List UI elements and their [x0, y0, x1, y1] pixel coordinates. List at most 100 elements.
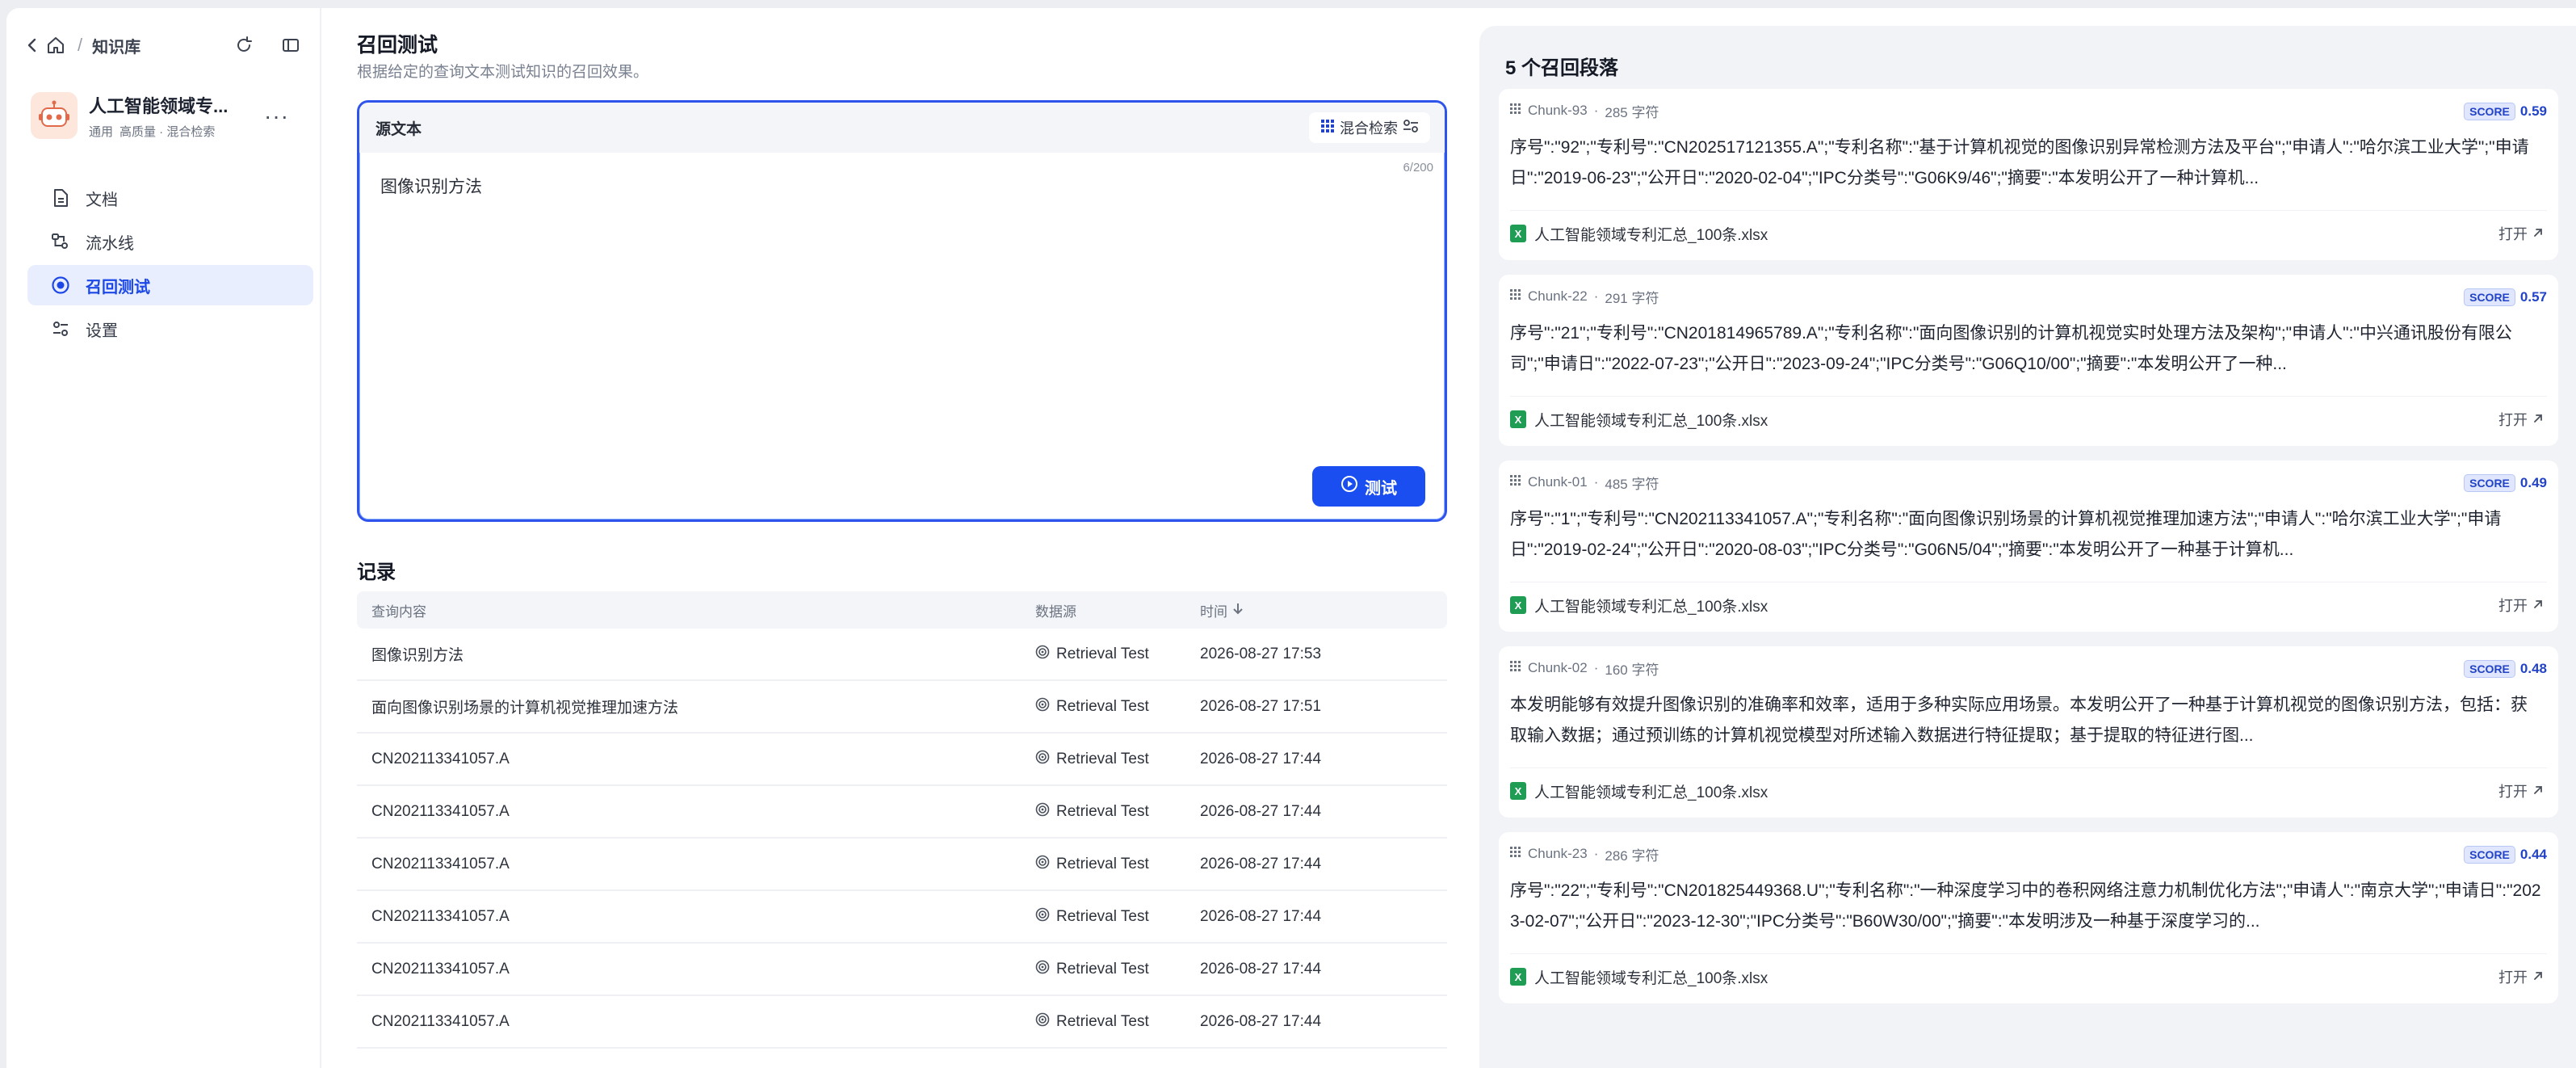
chunk-source-file[interactable]: X 人工智能领域专利汇总_100条.xlsx: [1510, 965, 1768, 989]
chunk-card[interactable]: Chunk-93 · 285 字符 SCORE 0.59 序号":"92";"专利号":"…: [1499, 89, 2558, 260]
dot-separator: ·: [1593, 846, 1599, 861]
excel-file-icon: X: [1510, 225, 1526, 242]
kb-name: 人工智能领域专...: [89, 95, 229, 116]
file-name: 人工智能领域专利汇总_100条.xlsx: [1534, 226, 1768, 244]
chunk-text: 序号":"92";"专利号":"CN202517121355.A";"专利名称"…: [1510, 138, 2529, 187]
chunk-source-file[interactable]: X 人工智能领域专利汇总_100条.xlsx: [1510, 779, 1768, 803]
dot-separator: ·: [1593, 660, 1599, 675]
row-source: Retrieval Test: [1035, 645, 1200, 664]
table-row[interactable]: CN202113341057.A Retrieval Test 2026-08-27…: [357, 996, 1447, 1049]
chunk-card[interactable]: Chunk-23 · 286 字符 SCORE 0.44 序号":"22";"专利号":"…: [1499, 832, 2558, 1003]
column-source: 数据源: [1035, 603, 1076, 620]
table-row[interactable]: 面向图像识别场景的计算机视觉推理加速方法 Retrieval Test 2026-0…: [357, 681, 1447, 734]
main-content: 召回测试 根据给定的查询文本测试知识的召回效果。 源文本 混合检索 6/200 …: [329, 8, 1460, 1068]
row-source-label: Retrieval Test: [1056, 1012, 1149, 1030]
chunk-card[interactable]: Chunk-02 · 160 字符 SCORE 0.48 本发明能够有效提升图像识别的准确…: [1499, 646, 2558, 818]
dot-separator: ·: [1593, 103, 1599, 118]
chunk-card[interactable]: Chunk-01 · 485 字符 SCORE 0.49 序号":"1";"专利号":"C…: [1499, 460, 2558, 632]
chunk-text: 序号":"22";"专利号":"CN201825449368.U";"专利名称"…: [1510, 881, 2541, 931]
open-button[interactable]: 打开: [2498, 966, 2544, 987]
sidebar-item-retrieval-test[interactable]: 召回测试: [27, 265, 313, 305]
table-row[interactable]: CN202113341057.A Retrieval Test 2026-08-27…: [357, 891, 1447, 944]
refresh-icon[interactable]: [233, 34, 255, 57]
excel-file-icon: X: [1510, 782, 1526, 800]
grid-icon: [1320, 119, 1335, 137]
sidebar-item-pipeline[interactable]: 流水线: [27, 221, 313, 262]
row-query: CN202113341057.A: [371, 960, 510, 978]
row-query: CN202113341057.A: [371, 802, 510, 820]
open-button[interactable]: 打开: [2498, 223, 2544, 244]
row-source-label: Retrieval Test: [1056, 697, 1149, 715]
kb-tag-type: 通用: [89, 124, 114, 139]
kb-tag-mode: 高质量 · 混合检索: [120, 124, 216, 139]
row-time: 2026-08-27 17:44: [1200, 802, 1322, 820]
sidebar-item-documents[interactable]: 文档: [27, 178, 313, 218]
row-time: 2026-08-27 17:44: [1200, 907, 1322, 925]
table-row[interactable]: CN202113341057.A Retrieval Test 2026-08-27…: [357, 786, 1447, 839]
open-label: 打开: [2498, 784, 2528, 800]
sidebar-item-label: 设置: [86, 322, 118, 340]
row-source: Retrieval Test: [1035, 802, 1200, 822]
settings-icon: [50, 318, 71, 339]
open-button[interactable]: 打开: [2498, 780, 2544, 801]
table-row[interactable]: 图像识别方法 Retrieval Test 2026-08-27 17:53: [357, 629, 1447, 681]
row-source-label: Retrieval Test: [1056, 960, 1149, 978]
table-row[interactable]: CN202113341057.A Retrieval Test 2026-08-27…: [357, 839, 1447, 891]
open-button[interactable]: 打开: [2498, 595, 2544, 616]
open-label: 打开: [2498, 226, 2528, 242]
chevron-left-icon[interactable]: [23, 36, 42, 55]
chunk-header: Chunk-02 · 160 字符: [1510, 658, 1659, 679]
test-button[interactable]: 测试: [1312, 466, 1425, 507]
chunk-card[interactable]: Chunk-22 · 291 字符 SCORE 0.57 序号":"21";"专利号":"…: [1499, 275, 2558, 446]
table-header: 查询内容 数据源 时间: [357, 591, 1447, 629]
sidebar: / 知识库 人工智能领域专... 通用 高质量 · 混合检索 ··· 文档 流水…: [6, 8, 321, 1068]
breadcrumb-knowledge-base[interactable]: 知识库: [92, 34, 141, 57]
score-tag: SCORE: [2464, 660, 2515, 678]
chunk-source-file[interactable]: X 人工智能领域专利汇总_100条.xlsx: [1510, 221, 1768, 246]
app-window: / 知识库 人工智能领域专... 通用 高质量 · 混合检索 ··· 文档 流水…: [6, 8, 2576, 1068]
chunk-id: Chunk-02: [1528, 660, 1588, 675]
chunk-header: Chunk-22 · 291 字符: [1510, 286, 1659, 307]
retrieval-source-icon: [1035, 1012, 1050, 1032]
dot-separator: ·: [1593, 288, 1599, 304]
row-source-label: Retrieval Test: [1056, 645, 1149, 662]
sidebar-item-settings[interactable]: 设置: [27, 309, 313, 349]
query-editor-header: 源文本 混合检索: [359, 103, 1445, 153]
home-icon[interactable]: [44, 33, 68, 57]
table-row[interactable]: CN202113341057.A Retrieval Test 2026-08-27…: [357, 944, 1447, 996]
column-time[interactable]: 时间: [1200, 600, 1447, 620]
chunk-char-count: 160 字符: [1605, 662, 1659, 678]
file-name: 人工智能领域专利汇总_100条.xlsx: [1534, 784, 1768, 801]
score-tag: SCORE: [2464, 474, 2515, 492]
chunk-grid-icon: [1510, 474, 1521, 490]
file-name: 人工智能领域专利汇总_100条.xlsx: [1534, 969, 1768, 987]
more-options-icon[interactable]: ···: [264, 103, 289, 129]
chunk-source-file[interactable]: X 人工智能领域专利汇总_100条.xlsx: [1510, 593, 1768, 617]
chunk-text: 序号":"21";"专利号":"CN201814965789.A";"专利名称"…: [1510, 324, 2512, 373]
score-value: 0.57: [2519, 289, 2547, 305]
sidebar-toggle-icon[interactable]: [279, 34, 302, 57]
external-link-icon: [2532, 969, 2544, 986]
retrieval-mode-button[interactable]: 混合检索: [1309, 112, 1430, 143]
table-row[interactable]: CN202113341057.A Retrieval Test 2026-08-27…: [357, 734, 1447, 786]
chunk-char-count: 291 字符: [1605, 290, 1659, 306]
query-editor[interactable]: 源文本 混合检索 6/200 图像识别方法 测试: [357, 100, 1447, 522]
score-value: 0.49: [2519, 475, 2547, 490]
chunk-divider: [1510, 953, 2547, 954]
score-tag: SCORE: [2464, 103, 2515, 120]
chunk-source-file[interactable]: X 人工智能领域专利汇总_100条.xlsx: [1510, 407, 1768, 431]
chunk-char-count: 286 字符: [1605, 847, 1659, 864]
chunk-char-count: 485 字符: [1605, 476, 1659, 492]
query-textarea[interactable]: 图像识别方法: [380, 174, 482, 198]
row-source-label: Retrieval Test: [1056, 750, 1149, 767]
open-label: 打开: [2498, 969, 2528, 986]
row-query: CN202113341057.A: [371, 750, 510, 767]
open-button[interactable]: 打开: [2498, 409, 2544, 430]
external-link-icon: [2532, 411, 2544, 428]
row-source: Retrieval Test: [1035, 697, 1200, 717]
knowledge-base-card[interactable]: 人工智能领域专... 通用 高质量 · 混合检索 ···: [31, 89, 305, 142]
retrieval-source-icon: [1035, 960, 1050, 979]
column-time-label: 时间: [1200, 603, 1227, 620]
score-value: 0.44: [2519, 847, 2547, 862]
chunk-id: Chunk-01: [1528, 474, 1588, 490]
